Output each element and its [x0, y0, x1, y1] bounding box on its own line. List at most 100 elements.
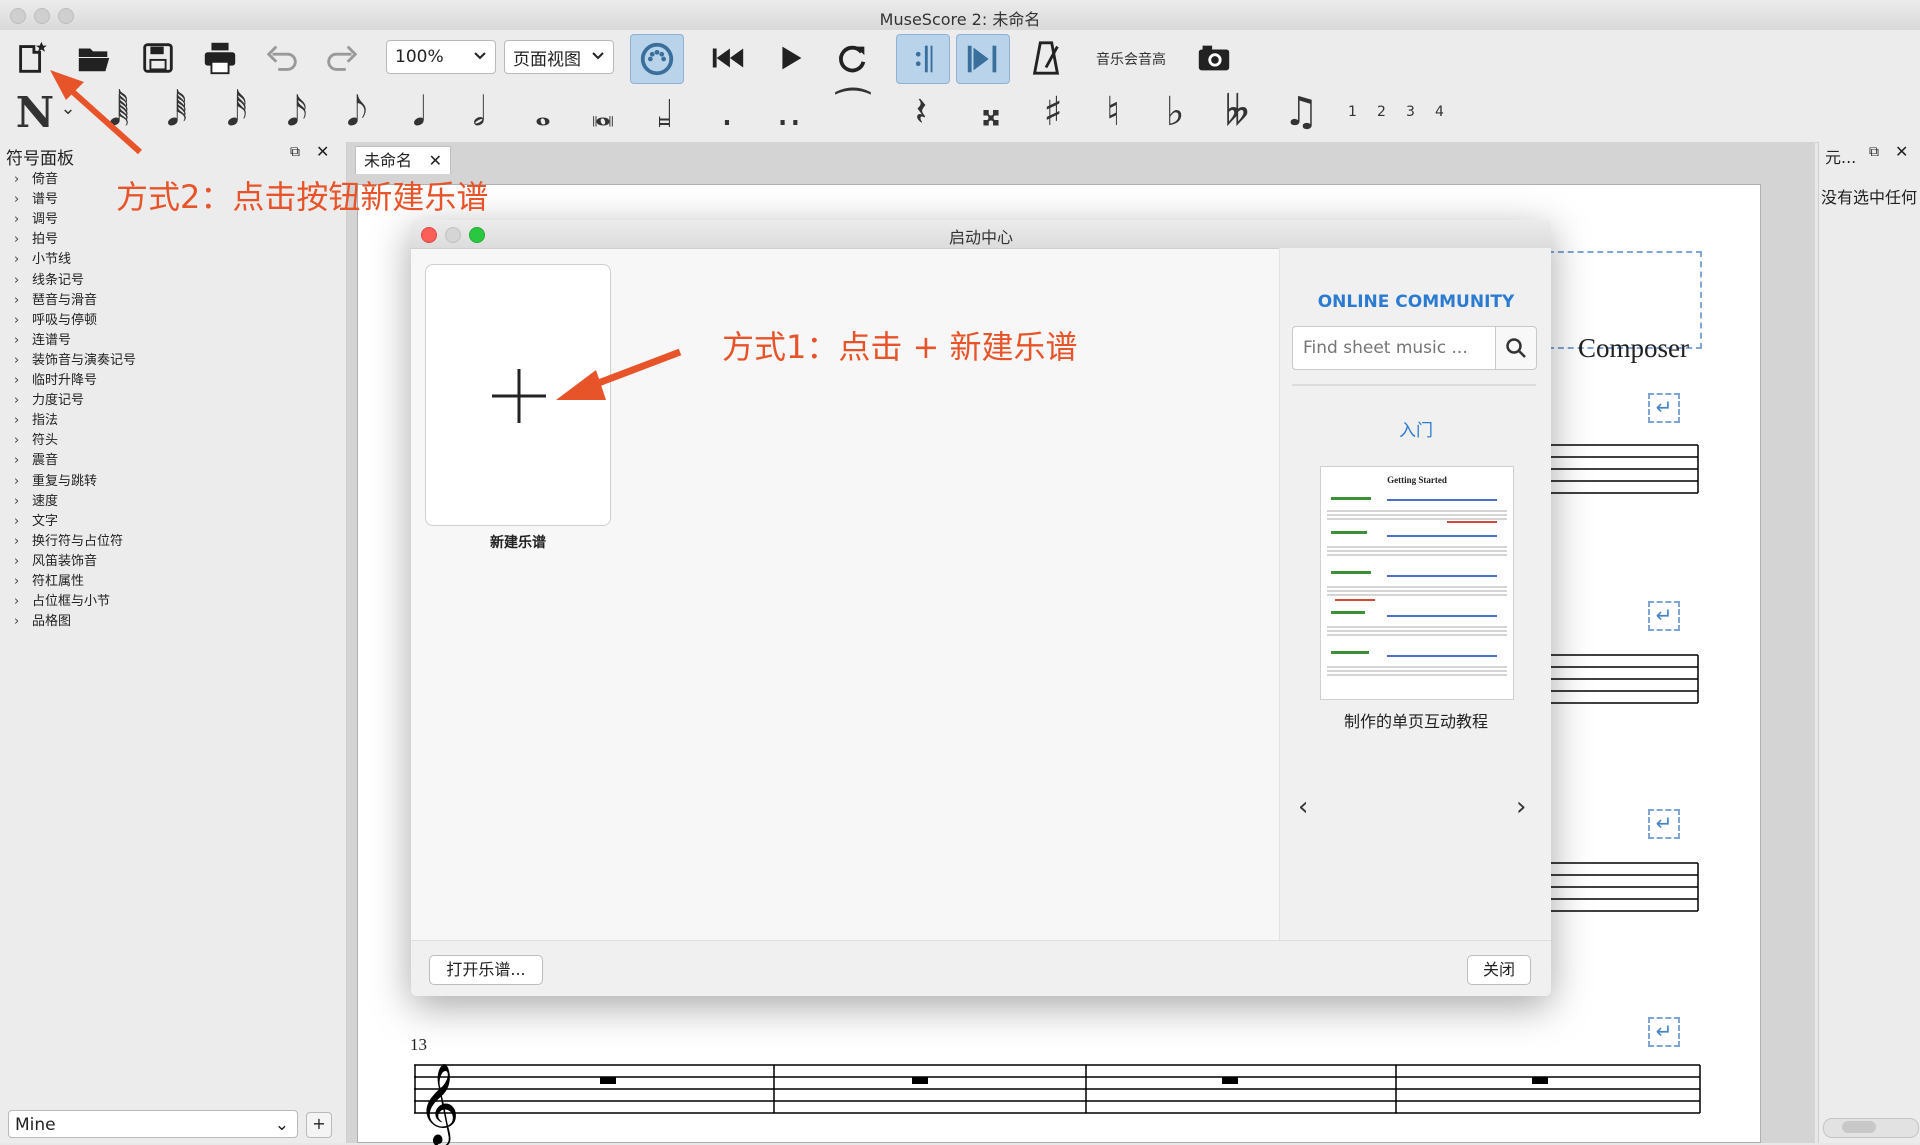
chevron-right-icon: ›: [14, 533, 20, 549]
chevron-right-icon: ›: [14, 513, 20, 529]
undock-icon[interactable]: ⧉: [290, 144, 300, 160]
duration-half-button[interactable]: 𝅗𝅥: [454, 92, 504, 132]
play-button[interactable]: [766, 34, 814, 82]
palette-item[interactable]: › 重复与跳转: [14, 472, 97, 492]
note-input-mode-button[interactable]: N: [10, 92, 60, 134]
palette-item[interactable]: › 呼吸与停顿: [14, 311, 97, 331]
close-icon[interactable]: ✕: [1895, 142, 1908, 161]
palette-item[interactable]: › 速度: [14, 492, 58, 512]
palette-item[interactable]: › 换行符与占位符: [14, 532, 123, 552]
getting-started-link[interactable]: 入门: [1280, 416, 1551, 441]
metronome-button[interactable]: [1022, 34, 1070, 82]
sharp-button[interactable]: ♯: [1028, 92, 1078, 132]
palette-item[interactable]: › 震音: [14, 451, 58, 471]
double-dot-button[interactable]: ..: [764, 92, 814, 132]
composer-text[interactable]: Composer: [1578, 333, 1689, 364]
palette-item[interactable]: › 倚音: [14, 170, 58, 190]
palette-item[interactable]: › 线条记号: [14, 271, 84, 291]
palette-item[interactable]: › 谱号: [14, 190, 58, 210]
loop-button[interactable]: [828, 34, 876, 82]
natural-button[interactable]: ♮: [1088, 92, 1138, 132]
chevron-down-icon[interactable]: ⌄: [56, 100, 80, 118]
close-dialog-button[interactable]: 关闭: [1467, 955, 1531, 985]
chevron-right-icon: ›: [14, 272, 20, 288]
midi-input-toggle[interactable]: [630, 34, 684, 84]
duration-32nd-button[interactable]: 𝅘𝅥𝅰: [212, 92, 262, 132]
duration-whole-button[interactable]: 𝅝: [518, 92, 568, 132]
palette-item-label: 线条记号: [32, 272, 85, 288]
duration-quarter-button[interactable]: 𝅘𝅥: [394, 92, 444, 132]
palette-item[interactable]: › 风笛装饰音: [14, 552, 97, 572]
chevron-right-icon: ›: [14, 192, 20, 208]
palette-item[interactable]: › 品格图: [14, 612, 71, 632]
open-score-dialog-button[interactable]: 打开乐谱...: [429, 955, 543, 985]
palette-item[interactable]: › 装饰音与演奏记号: [14, 351, 136, 371]
palette-item[interactable]: › 占位框与小节: [14, 592, 110, 612]
close-icon[interactable]: ✕: [316, 142, 329, 161]
duration-longa-button[interactable]: 𝆷: [640, 92, 690, 132]
workspace-select[interactable]: Mine ⌄: [8, 1110, 298, 1138]
voice-1-button[interactable]: 1: [1348, 104, 1357, 120]
tab-score[interactable]: 未命名 ✕: [355, 146, 451, 174]
tutorial-thumbnail[interactable]: Getting Started: [1320, 466, 1514, 700]
undo-button[interactable]: [258, 34, 306, 82]
rest-button[interactable]: 𝄽: [896, 92, 946, 132]
tie-button[interactable]: ⁀: [828, 92, 878, 132]
horizontal-scrollbar[interactable]: [1823, 1118, 1919, 1138]
view-mode-select[interactable]: 页面视图: [504, 40, 614, 74]
zoom-select[interactable]: 100%: [386, 40, 496, 74]
voice-2-button[interactable]: 2: [1377, 104, 1386, 120]
double-sharp-button[interactable]: 𝄪: [966, 92, 1016, 132]
palette-item[interactable]: › 小节线: [14, 250, 71, 270]
save-button[interactable]: [134, 34, 182, 82]
new-score-button[interactable]: [8, 34, 56, 82]
flat-button[interactable]: ♭: [1150, 92, 1200, 132]
flip-direction-button[interactable]: ♫: [1276, 92, 1326, 132]
line-break-icon[interactable]: ↵: [1648, 393, 1680, 423]
duration-breve-button[interactable]: 𝅜: [578, 92, 628, 132]
staff-system[interactable]: 𝄞: [414, 1055, 1704, 1145]
pan-icon: [967, 45, 997, 73]
search-field[interactable]: [1292, 326, 1496, 370]
image-capture-button[interactable]: [1190, 34, 1238, 82]
rewind-button[interactable]: [704, 34, 752, 82]
palette-item-label: 倚音: [32, 172, 59, 187]
search-button[interactable]: [1495, 326, 1537, 370]
repeat-icon: [915, 45, 933, 73]
palette-item[interactable]: › 符头: [14, 431, 58, 451]
palette-item[interactable]: › 符杠属性: [14, 572, 84, 592]
chevron-left-icon[interactable]: ‹: [1298, 792, 1308, 822]
pan-score-toggle[interactable]: [956, 34, 1010, 84]
redo-button[interactable]: [318, 34, 366, 82]
palette-item[interactable]: › 指法: [14, 411, 58, 431]
duration-eighth-button[interactable]: 𝅘𝅥𝅮: [332, 92, 382, 132]
concert-pitch-button[interactable]: 音乐会音高: [1096, 49, 1166, 69]
new-score-card[interactable]: [425, 264, 611, 526]
voice-3-button[interactable]: 3: [1406, 104, 1415, 120]
voice-4-button[interactable]: 4: [1435, 104, 1444, 120]
palette-item[interactable]: › 临时升降号: [14, 371, 97, 391]
palette-item-label: 琶音与滑音: [32, 292, 98, 308]
chevron-right-icon[interactable]: ›: [1516, 792, 1526, 822]
double-flat-button[interactable]: 𝄫: [1212, 92, 1262, 132]
chevron-right-icon: ›: [14, 252, 20, 268]
palette-item[interactable]: › 文字: [14, 512, 58, 532]
duration-128th-button[interactable]: 𝅘𝅥𝅲: [94, 92, 144, 132]
palette-item[interactable]: › 力度记号: [14, 391, 84, 411]
dot-button[interactable]: .: [702, 92, 752, 132]
repeat-play-toggle[interactable]: [896, 34, 950, 84]
scrollbar-thumb[interactable]: [1842, 1121, 1876, 1133]
search-input[interactable]: [1301, 337, 1493, 359]
palette-item[interactable]: › 琶音与滑音: [14, 291, 97, 311]
add-workspace-button[interactable]: +: [306, 1112, 332, 1138]
open-score-button[interactable]: [70, 34, 118, 82]
community-sidebar: ONLINE COMMUNITY 入门 Getting Started: [1279, 248, 1551, 968]
palette-item[interactable]: › 调号: [14, 210, 58, 230]
duration-64th-button[interactable]: 𝅘𝅥𝅱: [152, 92, 202, 132]
duration-16th-button[interactable]: 𝅘𝅥𝅯: [272, 92, 322, 132]
palette-item[interactable]: › 连谱号: [14, 331, 71, 351]
palette-item[interactable]: › 拍号: [14, 230, 58, 250]
undock-icon[interactable]: ⧉: [1869, 144, 1879, 160]
print-button[interactable]: [196, 34, 244, 82]
tab-close-button[interactable]: ✕: [429, 147, 442, 175]
